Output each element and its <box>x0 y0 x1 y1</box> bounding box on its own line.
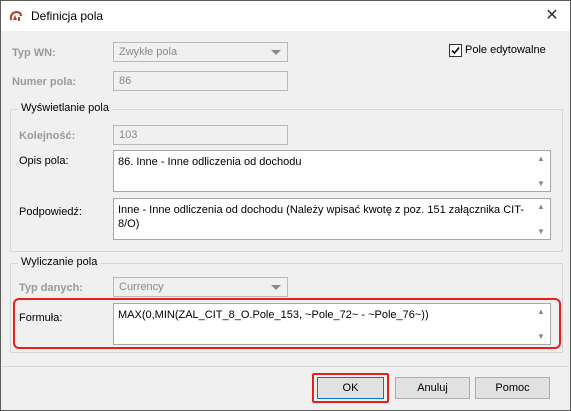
button-bar-divider <box>2 366 569 367</box>
opis-pola-memo[interactable]: 86. Inne - Inne odliczenia od dochodu ▲ … <box>113 150 551 192</box>
formula-highlight-annotation <box>13 298 561 349</box>
definicja-pola-dialog: Definicja pola ✕ Typ WN: Zwykłe pola Pol… <box>0 0 571 411</box>
opis-pola-text: 86. Inne - Inne odliczenia od dochodu <box>118 156 302 168</box>
kolejnosc-label: Kolejność: <box>19 130 76 142</box>
podpowiedz-memo[interactable]: Inne - Inne odliczenia od dochodu (Należ… <box>113 198 551 240</box>
numer-pola-label: Numer pola: <box>12 76 77 88</box>
wyswietlanie-group-title: Wyświetlanie pola <box>18 102 112 114</box>
scroll-up-icon[interactable]: ▲ <box>537 203 545 211</box>
typ-danych-value: Currency <box>119 281 164 293</box>
pomoc-button[interactable]: Pomoc <box>475 377 550 399</box>
typ-wn-label: Typ WN: <box>12 47 56 59</box>
anuluj-button[interactable]: Anuluj <box>395 377 470 399</box>
opis-pola-label: Opis pola: <box>19 155 69 167</box>
ok-highlight-annotation <box>312 373 389 403</box>
opis-pola-scrollbar[interactable]: ▲ ▼ <box>533 152 549 190</box>
pole-edytowalne-checkbox[interactable] <box>449 44 462 57</box>
typ-wn-select[interactable]: Zwykłe pola <box>113 42 288 62</box>
title-bar: Definicja pola ✕ <box>1 1 570 31</box>
typ-wn-value: Zwykłe pola <box>119 46 178 58</box>
chevron-down-icon <box>271 285 281 290</box>
sygnity-app-icon <box>9 10 22 21</box>
typ-danych-label: Typ danych: <box>19 282 83 294</box>
pole-edytowalne-label: Pole edytowalne <box>465 44 546 56</box>
close-icon[interactable]: ✕ <box>540 5 564 27</box>
typ-danych-select[interactable]: Currency <box>113 277 288 297</box>
checkmark-icon <box>451 46 460 55</box>
chevron-down-icon <box>271 50 281 55</box>
scroll-down-icon[interactable]: ▼ <box>537 228 545 236</box>
podpowiedz-scrollbar[interactable]: ▲ ▼ <box>533 200 549 238</box>
podpowiedz-label: Podpowiedź: <box>19 206 82 218</box>
kolejnosc-field[interactable]: 103 <box>113 125 288 145</box>
scroll-down-icon[interactable]: ▼ <box>537 180 545 188</box>
numer-pola-field[interactable]: 86 <box>113 71 288 91</box>
podpowiedz-text: Inne - Inne odliczenia od dochodu (Należ… <box>118 204 524 230</box>
window-title: Definicja pola <box>31 9 104 23</box>
wyliczanie-group-title: Wyliczanie pola <box>18 256 101 268</box>
scroll-up-icon[interactable]: ▲ <box>537 155 545 163</box>
